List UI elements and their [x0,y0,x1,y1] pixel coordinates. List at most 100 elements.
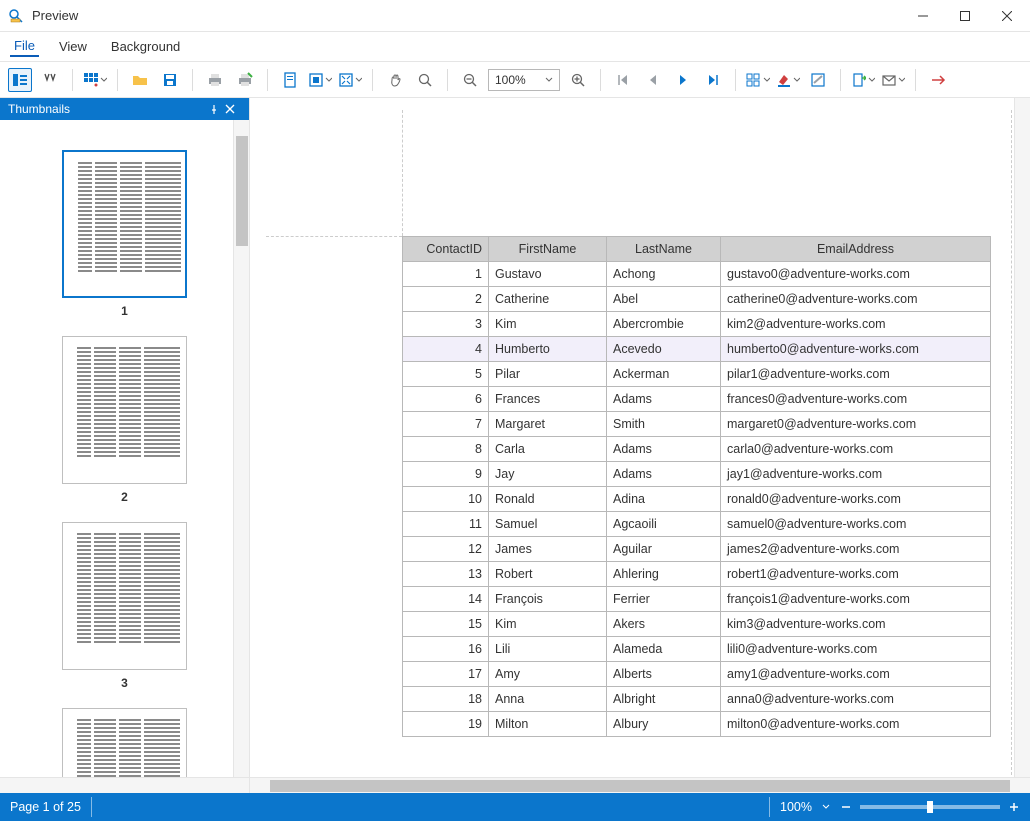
cell-id: 17 [403,662,489,687]
watermark-button[interactable] [806,68,830,92]
cell-firstname: Ronald [489,487,607,512]
zoom-slider[interactable] [860,805,1000,809]
open-button[interactable] [128,68,152,92]
zoom-out-button[interactable] [458,68,482,92]
cell-lastname: Acevedo [607,337,721,362]
thumbnail-page[interactable]: 1 [62,150,187,318]
col-lastname: LastName [607,237,721,262]
thumbnail-number: 1 [62,304,187,318]
cell-email: anna0@adventure-works.com [721,687,991,712]
statusbar: Page 1 of 25 100% [0,793,1030,821]
cell-id: 6 [403,387,489,412]
scale-button[interactable] [308,68,332,92]
zoom-combo[interactable]: 100% [488,69,560,91]
menu-background[interactable]: Background [107,37,184,56]
prev-page-button[interactable] [641,68,665,92]
cell-lastname: Adina [607,487,721,512]
cell-lastname: Adams [607,462,721,487]
table-row: 13RobertAhleringrobert1@adventure-works.… [403,562,991,587]
cell-id: 18 [403,687,489,712]
quick-print-button[interactable] [233,68,257,92]
close-button[interactable] [992,6,1022,26]
cell-id: 5 [403,362,489,387]
minimize-button[interactable] [908,6,938,26]
page-setup-button[interactable] [278,68,302,92]
thumbnails-body[interactable]: 1 2 3 [0,120,249,777]
cell-id: 1 [403,262,489,287]
background-color-button[interactable] [776,68,800,92]
fit-button[interactable] [338,68,362,92]
viewer-vscrollbar[interactable] [1014,98,1030,777]
magnifier-button[interactable] [413,68,437,92]
thumbnails-scrollbar[interactable] [233,120,249,777]
thumbnails-toggle-button[interactable] [8,68,32,92]
document-map-button[interactable] [83,68,107,92]
thumbnail-page[interactable]: 2 [62,336,187,504]
first-page-button[interactable] [611,68,635,92]
multipage-button[interactable] [746,68,770,92]
thumbnail-image [62,150,187,298]
send-email-button[interactable] [881,68,905,92]
cell-lastname: Ahlering [607,562,721,587]
col-contactid: ContactID [403,237,489,262]
print-button[interactable] [203,68,227,92]
table-row: 18AnnaAlbrightanna0@adventure-works.com [403,687,991,712]
toolbar: 100% [0,62,1030,98]
viewer-body[interactable]: ContactID FirstName LastName EmailAddres… [250,98,1030,777]
window-title: Preview [32,8,908,23]
cell-id: 2 [403,287,489,312]
cell-lastname: Ferrier [607,587,721,612]
close-panel-icon[interactable] [225,104,241,114]
cell-firstname: Jay [489,462,607,487]
next-page-button[interactable] [671,68,695,92]
cell-lastname: Abel [607,287,721,312]
export-button[interactable] [851,68,875,92]
cell-email: catherine0@adventure-works.com [721,287,991,312]
thumbnail-image [62,708,187,777]
zoom-minus-icon[interactable] [840,801,852,813]
table-row: 8CarlaAdamscarla0@adventure-works.com [403,437,991,462]
thumbnail-image [62,522,187,670]
pin-icon[interactable] [209,104,225,114]
cell-lastname: Albury [607,712,721,737]
hand-tool-button[interactable] [383,68,407,92]
chevron-down-icon[interactable] [822,803,830,811]
app-icon [8,8,24,24]
cell-email: gustavo0@adventure-works.com [721,262,991,287]
zoom-value: 100% [495,73,526,87]
zoom-in-button[interactable] [566,68,590,92]
cell-email: ronald0@adventure-works.com [721,487,991,512]
report-table: ContactID FirstName LastName EmailAddres… [402,236,991,737]
col-firstname: FirstName [489,237,607,262]
menu-file[interactable]: File [10,36,39,57]
menubar: File View Background [0,32,1030,62]
table-row: 9JayAdamsjay1@adventure-works.com [403,462,991,487]
cell-id: 3 [403,312,489,337]
cell-email: frances0@adventure-works.com [721,387,991,412]
cell-id: 4 [403,337,489,362]
thumbnail-page[interactable] [62,708,187,777]
cell-id: 11 [403,512,489,537]
maximize-button[interactable] [950,6,980,26]
thumbnails-panel: Thumbnails 123 [0,98,250,793]
cell-email: pilar1@adventure-works.com [721,362,991,387]
cell-id: 10 [403,487,489,512]
find-button[interactable] [38,68,62,92]
cell-email: lili0@adventure-works.com [721,637,991,662]
menu-view[interactable]: View [55,37,91,56]
cell-firstname: François [489,587,607,612]
last-page-button[interactable] [701,68,725,92]
save-button[interactable] [158,68,182,92]
thumbnail-page[interactable]: 3 [62,522,187,690]
cell-lastname: Adams [607,387,721,412]
thumbnails-hscrollbar[interactable] [0,777,249,793]
viewer-hscrollbar[interactable] [250,777,1030,793]
close-preview-button[interactable] [926,68,950,92]
cell-lastname: Adams [607,437,721,462]
document-viewer: ContactID FirstName LastName EmailAddres… [250,98,1030,793]
cell-id: 7 [403,412,489,437]
cell-id: 16 [403,637,489,662]
cell-firstname: Kim [489,612,607,637]
zoom-plus-icon[interactable] [1008,801,1020,813]
cell-firstname: Lili [489,637,607,662]
